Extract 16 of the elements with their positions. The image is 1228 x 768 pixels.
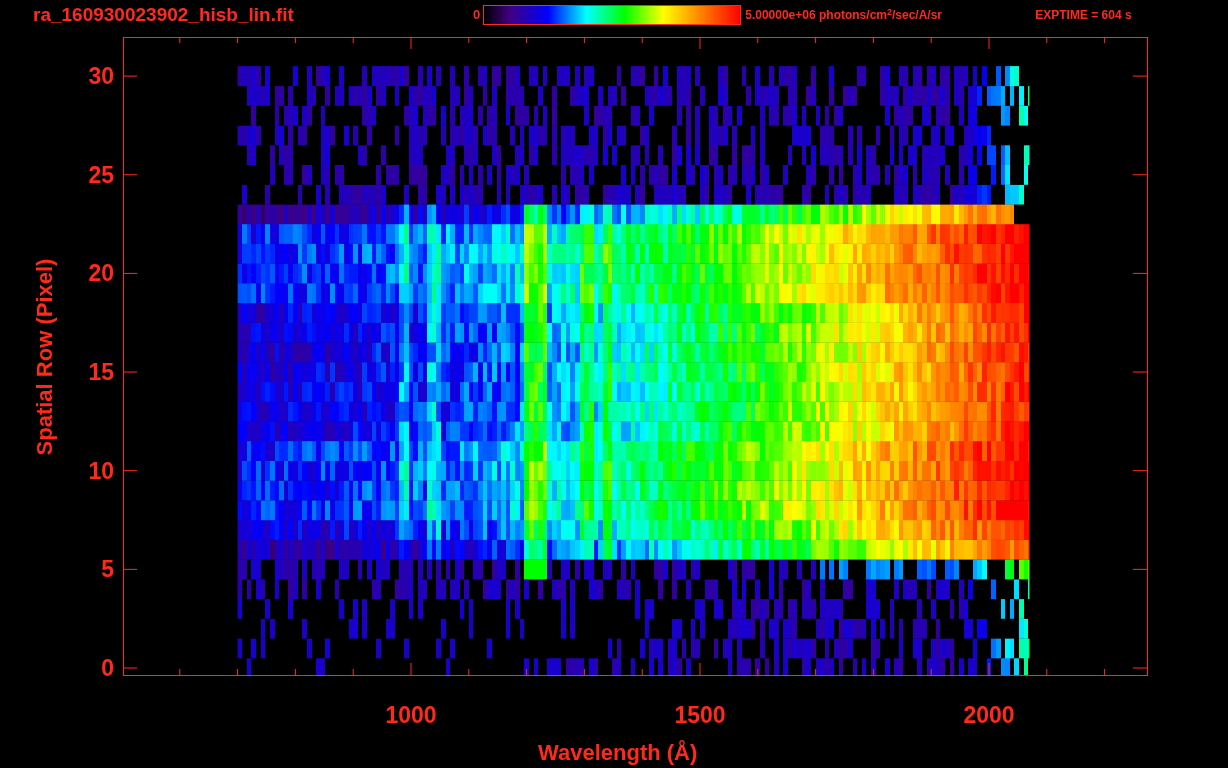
colorbar-min-label: 0 [473, 6, 481, 25]
y-tick-label: 30 [87, 63, 114, 90]
x-tick-label: 2000 [962, 701, 1016, 730]
y-tick-label: 25 [87, 161, 114, 188]
x-axis-title: Wavelength (Å) [538, 739, 698, 767]
exposure-time-label: EXPTIME = 604 s [1035, 7, 1132, 24]
y-tick-label: 5 [100, 556, 114, 583]
y-tick-label: 20 [87, 260, 114, 287]
x-tick-label: 1500 [673, 701, 727, 730]
y-axis-title: Spatial Row (Pixel) [30, 258, 58, 456]
x-tick-label: 1000 [384, 701, 438, 730]
y-tick-label: 15 [87, 359, 114, 386]
file-title: ra_160930023902_hisb_lin.fit [33, 2, 295, 27]
colorbar-max-label: 5.00000e+06 photons/cm$^{2}$/sec/A/sr [745, 6, 944, 24]
y-tick-label: 10 [87, 457, 114, 484]
y-tick-label: 0 [100, 655, 114, 681]
